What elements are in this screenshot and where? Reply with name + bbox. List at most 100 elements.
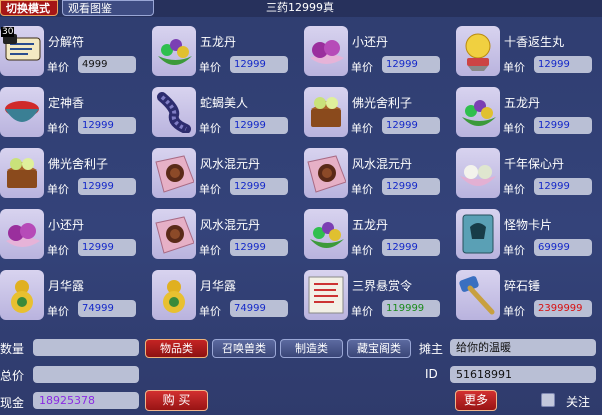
unit-price-label: 单价 (199, 183, 221, 196)
item-name: 定神香 (48, 96, 85, 110)
unit-price-label: 单价 (503, 183, 525, 196)
purple-pills-icon (0, 209, 44, 259)
unit-price-label: 单价 (47, 61, 69, 74)
scroll-icon: 30 (0, 26, 44, 76)
unit-price-value: 12999 (534, 178, 592, 195)
item-slot[interactable]: 风水混元丹 单价 12999 (152, 209, 300, 265)
follow-checkbox[interactable] (541, 393, 555, 407)
tab-switch-mode[interactable]: 切换模式 (0, 0, 58, 16)
item-slot[interactable]: 怪物卡片 单价 69999 (456, 209, 602, 265)
cash-label: 现金 (0, 396, 25, 410)
centipede-icon (152, 87, 196, 137)
item-name: 五龙丹 (352, 218, 389, 232)
unit-price-value: 12999 (534, 117, 592, 134)
item-name: 五龙丹 (504, 96, 541, 110)
cloth-pill-icon (304, 148, 348, 198)
cloth-pill-icon (152, 148, 196, 198)
purple-pills-icon (304, 26, 348, 76)
hammer-icon (456, 270, 500, 320)
unit-price-value: 69999 (534, 239, 592, 256)
item-name: 千年保心丹 (504, 157, 565, 171)
unit-price-value: 12999 (382, 117, 440, 134)
item-slot[interactable]: 佛光舍利子 单价 12999 (0, 148, 148, 204)
item-name: 小还丹 (352, 35, 389, 49)
category-summons-button[interactable]: 召唤兽类 (212, 339, 276, 358)
unit-price-label: 单价 (503, 305, 525, 318)
owner-name-field: 给你的温暖 (450, 339, 596, 356)
item-slot[interactable]: 千年保心丹单价 12999 (456, 148, 602, 204)
item-name: 蛇蝎美人 (200, 96, 249, 110)
item-slot[interactable]: 小还丹单价 12999 (0, 209, 148, 265)
unit-price-value: 12999 (382, 239, 440, 256)
item-name: 小还丹 (48, 218, 85, 232)
unit-price-label: 单价 (351, 122, 373, 135)
item-name: 十香返生丸 (504, 35, 565, 49)
item-slot[interactable]: 30 分解符单价 4999 (0, 26, 148, 82)
monster-card-icon (456, 209, 500, 259)
follow-label: 关注 (566, 395, 591, 409)
more-button[interactable]: 更多 (455, 390, 497, 411)
unit-price-value: 12999 (382, 178, 440, 195)
item-slot[interactable]: 蛇蝎美人单价 12999 (152, 87, 300, 143)
item-slot[interactable]: 三界悬赏令单价 119999 (304, 270, 452, 326)
unit-price-value: 12999 (230, 178, 288, 195)
unit-price-label: 单价 (503, 244, 525, 257)
relic-box-icon (0, 148, 44, 198)
cloth-pill-icon (152, 209, 196, 259)
item-slot[interactable]: 风水混元丹 单价 12999 (152, 148, 300, 204)
item-slot[interactable]: 十香返生丸 单价 12999 (456, 26, 602, 82)
unit-price-label: 单价 (199, 122, 221, 135)
unit-price-label: 单价 (351, 244, 373, 257)
unit-price-value: 74999 (78, 300, 136, 317)
bounty-notice-icon (304, 270, 348, 320)
item-slot[interactable]: 佛光舍利子单价 12999 (304, 87, 452, 143)
owner-label: 摊主 (419, 342, 444, 356)
item-name: 三界悬赏令 (352, 279, 413, 293)
gourd-icon (152, 270, 196, 320)
unit-price-value: 119999 (382, 300, 440, 317)
item-name: 分解符 (48, 35, 85, 49)
item-name: 佛光舍利子 (48, 157, 109, 171)
item-slot[interactable]: 碎石锤 单价 2399999 (456, 270, 602, 326)
unit-price-label: 单价 (503, 122, 525, 135)
unit-price-value: 12999 (230, 117, 288, 134)
item-name: 佛光舍利子 (352, 96, 413, 110)
unit-price-label: 单价 (47, 122, 69, 135)
unit-price-value: 12999 (78, 178, 136, 195)
unit-price-value: 12999 (230, 239, 288, 256)
unit-price-label: 单价 (199, 61, 221, 74)
green-pills-icon (456, 87, 500, 137)
unit-price-value: 12999 (78, 117, 136, 134)
green-pills-icon (304, 209, 348, 259)
item-slot[interactable]: 五龙丹 单价 12999 (152, 26, 300, 82)
item-slot[interactable]: 月华露 单价 74999 (152, 270, 300, 326)
category-crafting-button[interactable]: 制造类 (280, 339, 343, 358)
item-name: 风水混元丹 (352, 157, 413, 171)
unit-price-label: 单价 (47, 244, 69, 257)
owner-id-field: 51618991 (450, 366, 596, 383)
category-items-button[interactable]: 物品类 (145, 339, 208, 358)
quantity-label: 数量 (0, 342, 25, 356)
unit-price-value: 74999 (230, 300, 288, 317)
unit-price-value: 12999 (78, 239, 136, 256)
tab-view-catalog[interactable]: 观看图鉴 (62, 0, 154, 16)
green-pills-icon (152, 26, 196, 76)
unit-price-label: 单价 (351, 305, 373, 318)
golden-orb-icon (456, 26, 500, 76)
unit-price-value: 4999 (78, 56, 136, 73)
relic-box-icon (304, 87, 348, 137)
item-name: 风水混元丹 (200, 218, 261, 232)
item-slot[interactable]: 五龙丹单价 12999 (456, 87, 602, 143)
item-slot[interactable]: 定神香单价 12999 (0, 87, 148, 143)
category-treasure-button[interactable]: 藏宝阁类 (347, 339, 411, 358)
buy-button[interactable]: 购 买 (145, 390, 208, 411)
item-slot[interactable]: 小还丹 单价 12999 (304, 26, 452, 82)
incense-bowl-icon (0, 87, 44, 137)
item-name: 月华露 (48, 279, 85, 293)
quantity-input[interactable] (33, 339, 139, 356)
item-slot[interactable]: 五龙丹单价 12999 (304, 209, 452, 265)
unit-price-label: 单价 (503, 61, 525, 74)
stack-count-badge: 30 (1, 27, 15, 37)
item-slot[interactable]: 月华露 单价 74999 (0, 270, 148, 326)
item-slot[interactable]: 风水混元丹 单价 12999 (304, 148, 452, 204)
